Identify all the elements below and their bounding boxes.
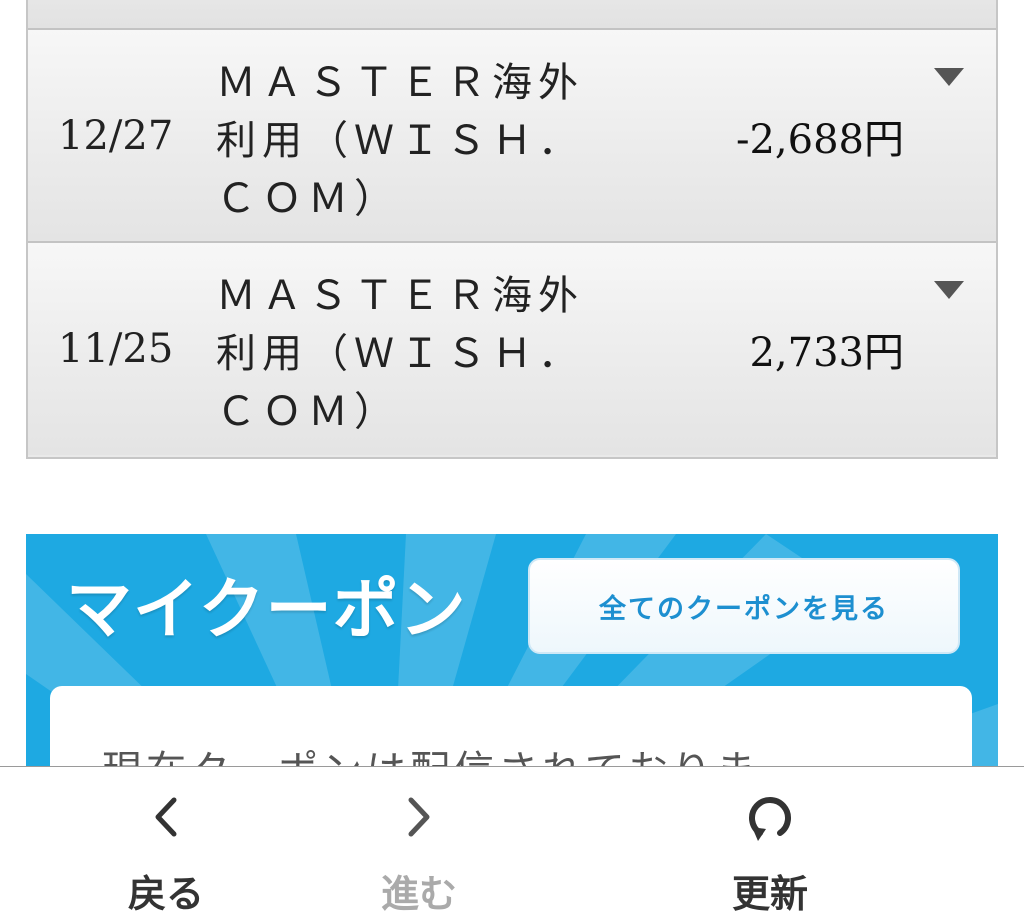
transaction-list: 12/27 ＭＡＳＴＥＲ海外利用（ＷＩＳＨ．ＣＯＭ） -2,688円 11/25… — [26, 0, 998, 459]
transaction-description: ＭＡＳＴＥＲ海外利用（ＷＩＳＨ．ＣＯＭ） — [216, 60, 584, 222]
bottom-nav-bar: 戻る 進む 更新 — [0, 766, 1024, 923]
expand-triangle-icon[interactable] — [932, 279, 966, 301]
transaction-row[interactable]: 11/25 ＭＡＳＴＥＲ海外利用（ＷＩＳＨ．ＣＯＭ） 2,733円 — [28, 243, 996, 455]
transaction-amount: -2,688円 — [735, 116, 904, 163]
forward-button[interactable]: 進む — [339, 767, 499, 923]
reload-icon — [742, 789, 798, 845]
reload-button[interactable]: 更新 — [690, 767, 850, 923]
reload-label: 更新 — [731, 872, 808, 916]
view-all-coupons-button[interactable]: 全てのクーポンを見る — [528, 558, 960, 654]
transaction-amount: 2,733円 — [749, 330, 904, 376]
transaction-row[interactable]: 12/27 ＭＡＳＴＥＲ海外利用（ＷＩＳＨ．ＣＯＭ） -2,688円 — [28, 30, 996, 243]
transaction-description: ＭＡＳＴＥＲ海外利用（ＷＩＳＨ．ＣＯＭ） — [216, 273, 584, 435]
chevron-left-icon — [146, 789, 186, 845]
back-button[interactable]: 戻る — [86, 767, 246, 923]
expand-triangle-icon[interactable] — [932, 66, 966, 88]
back-label: 戻る — [127, 872, 204, 916]
chevron-right-icon — [399, 789, 439, 845]
forward-label: 進む — [380, 872, 457, 916]
transaction-list-top-row — [28, 0, 996, 30]
coupon-title: マイクーポン — [66, 571, 467, 648]
transaction-date: 12/27 — [58, 112, 174, 159]
transaction-date: 11/25 — [58, 326, 174, 372]
